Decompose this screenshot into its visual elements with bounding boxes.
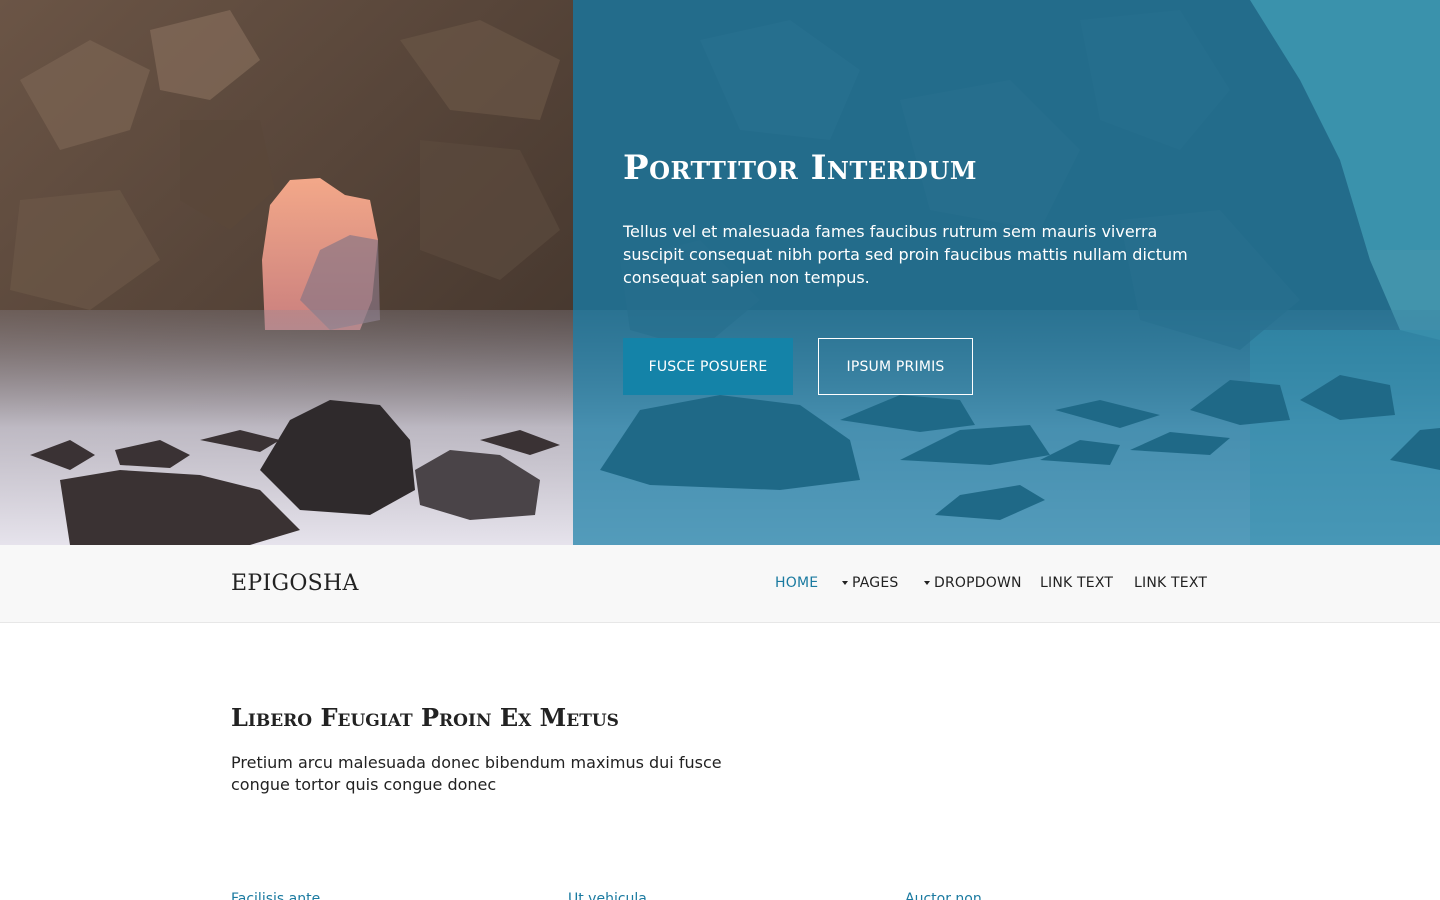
brand-logo[interactable]: EPIGOSHA (231, 571, 359, 596)
main-navbar: EPIGOSHA HOME PAGES DROPDOWN LINK TEXT L… (0, 545, 1440, 623)
nav-item-label: LINK TEXT (1134, 575, 1208, 591)
caret-down-icon (842, 581, 848, 585)
nav-item-label: LINK TEXT (1040, 575, 1114, 591)
nav-item-dropdown[interactable]: DROPDOWN (924, 575, 1022, 591)
nav-item-label: HOME (775, 575, 819, 591)
section-description: Pretium arcu malesuada donec bibendum ma… (231, 753, 722, 794)
nav-item-home[interactable]: HOME (775, 575, 818, 591)
footer-link[interactable]: Ut vehicula (568, 891, 647, 900)
nav-item-pages[interactable]: PAGES (842, 575, 898, 591)
nav-item-link-text-1[interactable]: LINK TEXT (1040, 575, 1113, 591)
footer-link[interactable]: Auctor non (905, 891, 982, 900)
nav-item-label: PAGES (852, 575, 899, 591)
hero-description: Tellus vel et malesuada fames faucibus r… (623, 222, 1188, 287)
primary-cta-button[interactable]: FUSCE POSUERE (623, 338, 793, 395)
hero-title: Porttitor Interdum (623, 148, 977, 188)
caret-down-icon (924, 581, 930, 585)
hero-section: Porttitor Interdum Tellus vel et malesua… (0, 0, 1440, 545)
footer-link[interactable]: Facilisis ante (231, 891, 320, 900)
nav-item-link-text-2[interactable]: LINK TEXT (1134, 575, 1207, 591)
nav-item-label: DROPDOWN (934, 575, 1022, 591)
section-title: Libero Feugiat Proin Ex Metus (231, 703, 619, 732)
secondary-cta-button[interactable]: IPSUM PRIMIS (818, 338, 973, 395)
